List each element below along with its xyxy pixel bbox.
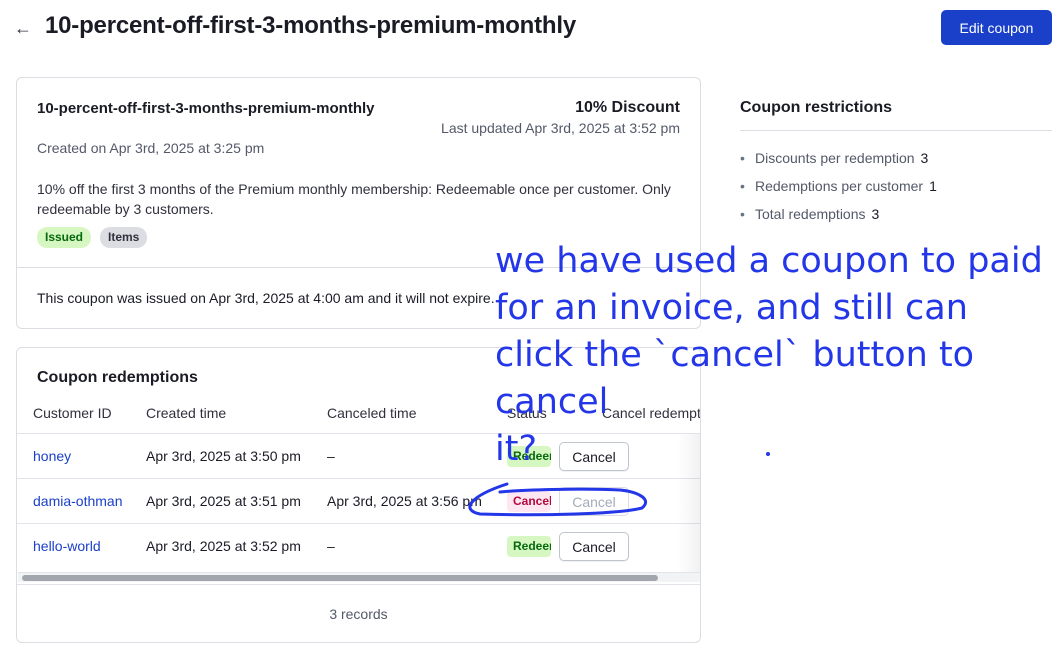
scrollbar-thumb[interactable] — [22, 575, 658, 581]
created-time: Apr 3rd, 2025 at 3:52 pm — [146, 538, 301, 554]
canceled-time: – — [327, 448, 335, 464]
restriction-item: • Discounts per redemption 3 — [740, 150, 928, 166]
coupon-last-updated: Last updated Apr 3rd, 2025 at 3:52 pm — [441, 120, 680, 136]
bullet-icon: • — [740, 150, 745, 166]
restriction-value: 3 — [920, 150, 929, 166]
table-row: hello-world Apr 3rd, 2025 at 3:52 pm – R… — [17, 523, 700, 568]
divider — [17, 584, 700, 585]
items-badge: Items — [100, 227, 148, 248]
bullet-icon: • — [740, 206, 745, 222]
restriction-label: Redemptions per customer — [755, 178, 924, 194]
restriction-item: • Redemptions per customer 1 — [740, 178, 937, 194]
horizontal-scrollbar[interactable] — [18, 572, 700, 582]
cancel-redemption-button[interactable]: Cancel — [559, 487, 629, 516]
canceled-time: – — [327, 538, 335, 554]
restrictions-title: Coupon restrictions — [740, 99, 893, 116]
status-text: Redeemed — [507, 536, 551, 557]
redemptions-title: Coupon redemptions — [37, 369, 198, 386]
edit-coupon-button[interactable]: Edit coupon — [941, 10, 1052, 45]
coupon-issued-note: This coupon was issued on Apr 3rd, 2025 … — [37, 290, 495, 306]
created-time: Apr 3rd, 2025 at 3:50 pm — [146, 448, 301, 464]
restriction-item: • Total redemptions 3 — [740, 206, 879, 222]
customer-id-link[interactable]: damia-othman — [33, 493, 123, 509]
customer-id-link[interactable]: honey — [33, 448, 71, 464]
column-header-created-time: Created time — [146, 405, 227, 421]
canceled-time: Apr 3rd, 2025 at 3:56 pm — [327, 493, 482, 509]
annotation-note: we have used a coupon to paid for an inv… — [495, 241, 1043, 469]
page-title: 10-percent-off-first-3-months-premium-mo… — [45, 12, 577, 39]
coupon-created-date: Created on Apr 3rd, 2025 at 3:25 pm — [37, 140, 265, 156]
issued-badge: Issued — [37, 227, 92, 248]
restriction-value: 1 — [929, 178, 937, 194]
coupon-discount: 10% Discount — [575, 99, 680, 116]
column-header-customer-id: Customer ID — [33, 405, 112, 421]
status-text: Canceled — [507, 491, 551, 512]
column-header-canceled-time: Canceled time — [327, 405, 417, 421]
cancel-redemption-button[interactable]: Cancel — [559, 532, 629, 561]
coupon-description: 10% off the first 3 months of the Premiu… — [37, 181, 671, 217]
bullet-icon: • — [740, 178, 745, 194]
back-arrow-icon[interactable]: ← — [14, 16, 32, 40]
customer-id-link[interactable]: hello-world — [33, 538, 101, 554]
restriction-value: 3 — [871, 206, 880, 222]
coupon-name: 10-percent-off-first-3-months-premium-mo… — [37, 100, 375, 117]
table-row: damia-othman Apr 3rd, 2025 at 3:51 pm Ap… — [17, 478, 700, 523]
restriction-label: Total redemptions — [755, 206, 866, 222]
status-badge: Canceled — [507, 491, 551, 512]
status-badge: Redeemed — [507, 536, 551, 557]
created-time: Apr 3rd, 2025 at 3:51 pm — [146, 493, 301, 509]
restriction-label: Discounts per redemption — [755, 150, 915, 166]
divider — [740, 130, 1052, 131]
records-count: 3 records — [329, 606, 388, 622]
